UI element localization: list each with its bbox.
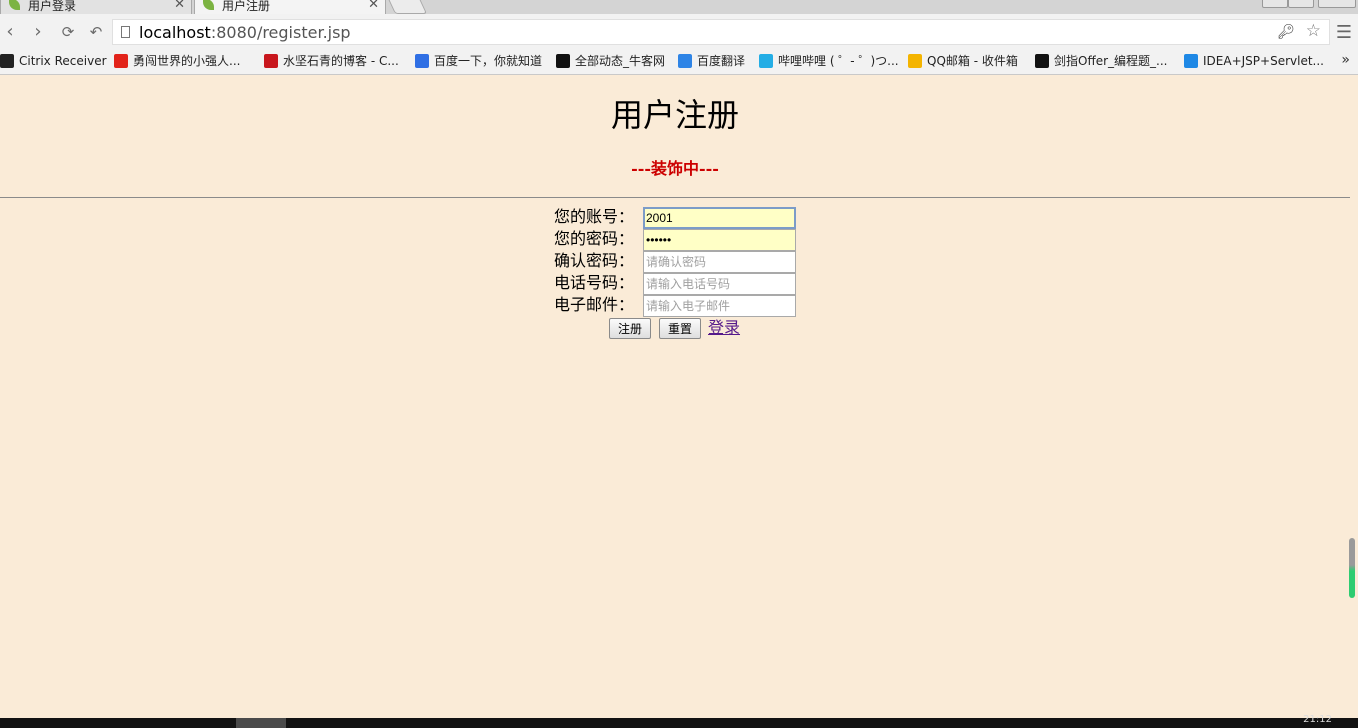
forward-icon[interactable]: › <box>28 22 48 42</box>
nowcoder-icon <box>556 54 570 68</box>
citrix-icon <box>0 54 14 68</box>
tab-title: 用户登录 <box>28 0 77 13</box>
bookmark-bilibili[interactable]: 哔哩哔哩 ( ゜- ゜)つ... <box>759 53 899 69</box>
page-subtitle: ---装饰中--- <box>631 159 719 178</box>
key-icon[interactable]: 🔑︎ <box>1277 24 1295 40</box>
window-close-button[interactable] <box>1318 0 1356 8</box>
page-icon <box>121 26 130 38</box>
reset-button[interactable]: 重置 <box>659 318 701 339</box>
weibo-icon <box>114 54 128 68</box>
document-icon <box>1184 54 1198 68</box>
close-icon[interactable]: ✕ <box>174 0 185 14</box>
undo-icon[interactable]: ↶ <box>86 22 106 42</box>
qqmail-icon <box>908 54 922 68</box>
tab-register[interactable]: 用户注册 ✕ <box>194 0 386 14</box>
browser-toolbar: ‹ › ⟳ ↶ localhost:8080/register.jsp 🔑︎ ☆… <box>0 14 1358 50</box>
minimize-button[interactable] <box>1262 0 1288 8</box>
bookmarks-overflow-button[interactable]: » <box>1341 52 1350 68</box>
bookmark-nowcoder[interactable]: 全部动态_牛客网 <box>556 53 665 69</box>
bookmarks-bar: Citrix Receiver 勇闯世界的小强人... 水坚石青的博客 - C.… <box>0 50 1358 75</box>
baidu-paw-icon <box>415 54 429 68</box>
confirm-password-label: 确认密码： <box>554 251 635 270</box>
star-icon[interactable]: ☆ <box>1306 21 1321 41</box>
email-label: 电子邮件： <box>554 295 635 314</box>
bookmark-idea-jsp[interactable]: IDEA+JSP+Servlet... <box>1184 53 1324 69</box>
account-label: 您的账号： <box>554 207 635 226</box>
new-tab-button[interactable] <box>384 0 428 14</box>
tab-strip: 用户登录 ✕ 用户注册 ✕ <box>0 0 1358 14</box>
account-field[interactable] <box>643 207 796 229</box>
page-title: 用户注册 <box>610 96 739 134</box>
bookmark-csdn[interactable]: 水坚石青的博客 - C... <box>264 53 399 69</box>
taskbar: 21:12 <box>0 714 1358 728</box>
scroll-indicator[interactable] <box>1349 538 1355 598</box>
menu-icon[interactable]: ☰ <box>1336 22 1352 43</box>
back-icon[interactable]: ‹ <box>0 22 20 42</box>
bookmark-baidu[interactable]: 百度一下，你就知道 <box>415 53 542 69</box>
confirm-password-field[interactable] <box>643 251 796 273</box>
address-bar[interactable]: localhost:8080/register.jsp 🔑︎ ☆ <box>112 19 1330 45</box>
clock: 21:12 <box>1303 714 1332 725</box>
bookmark-qqmail[interactable]: QQ邮箱 - 收件箱 <box>908 53 1018 69</box>
divider <box>0 197 1350 198</box>
csdn-icon <box>264 54 278 68</box>
url-text[interactable]: localhost:8080/register.jsp <box>139 23 351 42</box>
page-content: 用户注册 ---装饰中--- 您的账号： 您的密码： 确认密码： 电话号码： 电… <box>0 75 1350 718</box>
password-label: 您的密码： <box>554 229 635 248</box>
phone-label: 电话号码： <box>554 273 635 292</box>
taskbar-item[interactable] <box>236 718 286 728</box>
bookmark-jianzhi-offer[interactable]: 剑指Offer_编程题_... <box>1035 53 1167 69</box>
tab-login[interactable]: 用户登录 ✕ <box>0 0 192 14</box>
phone-field[interactable] <box>643 273 796 295</box>
login-link[interactable]: 登录 <box>708 318 740 338</box>
close-icon[interactable]: ✕ <box>368 0 379 14</box>
spring-leaf-icon <box>203 0 214 10</box>
bookmark-weibo[interactable]: 勇闯世界的小强人... <box>114 53 240 69</box>
bookmark-citrix[interactable]: Citrix Receiver <box>0 53 107 69</box>
translate-icon <box>678 54 692 68</box>
spring-leaf-icon <box>9 0 20 10</box>
bookmark-baidu-translate[interactable]: 百度翻译 <box>678 53 745 69</box>
restore-button[interactable] <box>1288 0 1314 8</box>
reload-icon[interactable]: ⟳ <box>58 22 78 42</box>
email-field[interactable] <box>643 295 796 317</box>
nowcoder-icon <box>1035 54 1049 68</box>
bilibili-icon <box>759 54 773 68</box>
submit-button[interactable]: 注册 <box>609 318 651 339</box>
tab-title: 用户注册 <box>222 0 271 13</box>
password-field[interactable] <box>643 229 796 251</box>
